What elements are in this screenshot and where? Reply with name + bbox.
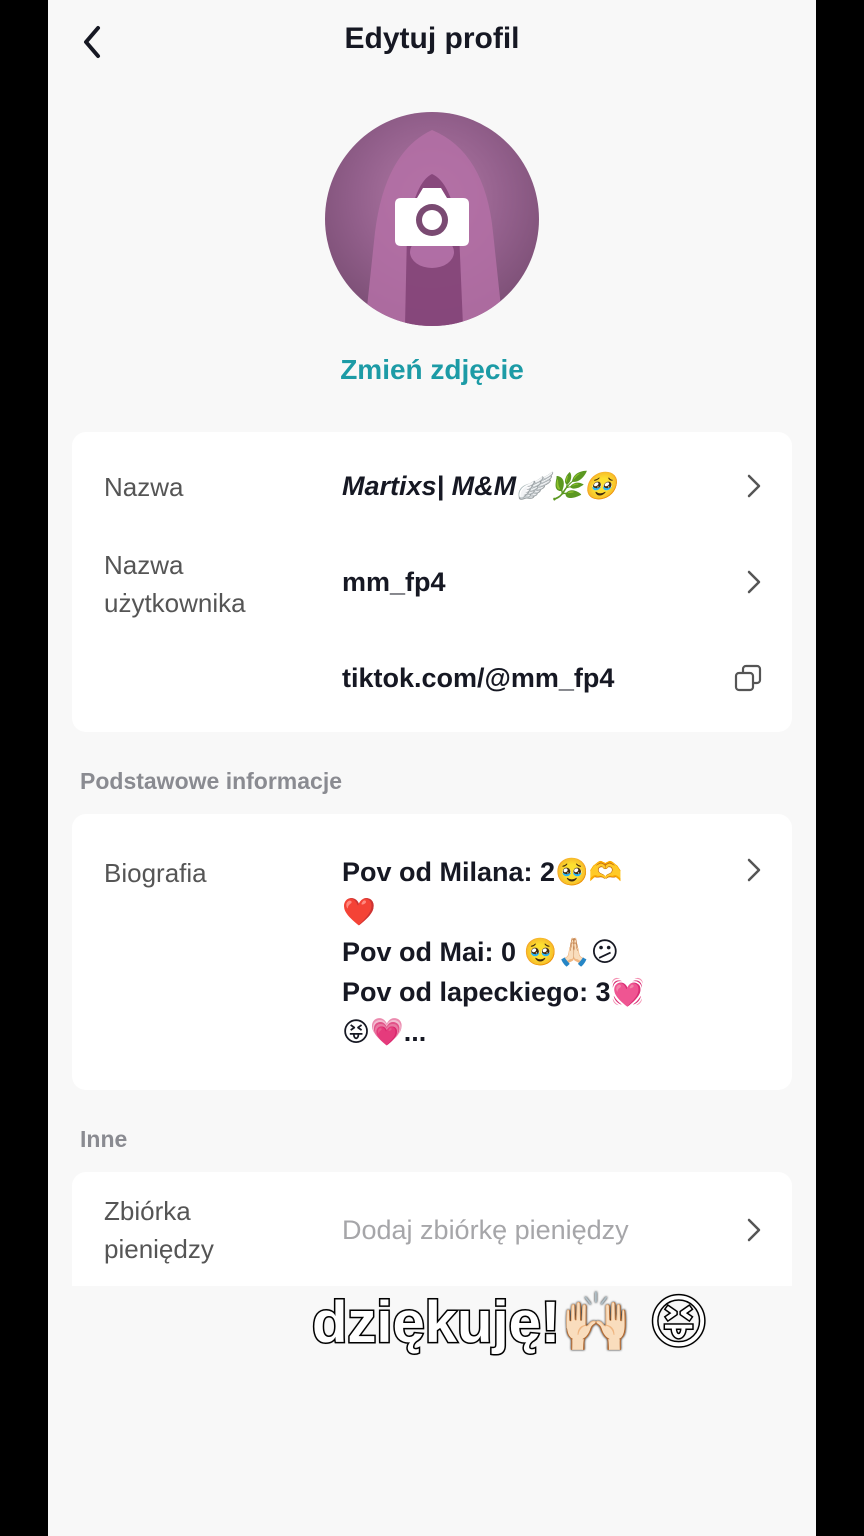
bio-line: Pov od lapeckiego: 3💓	[342, 977, 645, 1007]
bio-text: Pov od Milana: 2🥹🫶 ❤️ Pov od Mai: 0 🥹🙏🏻😕…	[342, 852, 702, 1052]
fundraiser-label: Zbiórka pieniędzy	[104, 1196, 214, 1264]
bio-label: Biografia	[104, 858, 207, 888]
profile-link: tiktok.com/@mm_fp4	[342, 663, 615, 693]
header: Edytuj profil	[48, 0, 816, 86]
page-title: Edytuj profil	[344, 22, 520, 55]
name-row[interactable]: Nazwa Martixs| M&M🪽🌿🥹	[72, 466, 792, 506]
name-label: Nazwa	[104, 472, 184, 502]
bio-line: Pov od Mai: 0 🥹🙏🏻😕	[342, 937, 619, 967]
section-basic-info: Podstawowe informacje	[80, 768, 343, 794]
bio-card[interactable]: Biografia Pov od Milana: 2🥹🫶 ❤️ Pov od M…	[72, 814, 792, 1090]
change-photo-button[interactable]: Zmień zdjęcie	[48, 354, 816, 386]
bio-line: ❤️	[342, 897, 376, 927]
chevron-right-icon	[747, 570, 761, 594]
profile-link-row[interactable]: tiktok.com/@mm_fp4	[72, 658, 792, 698]
copy-icon[interactable]	[734, 664, 762, 692]
overlay-caption: dziękuję!🙌🏻 😝	[311, 1289, 711, 1357]
chevron-right-icon	[747, 1218, 761, 1242]
username-value: mm_fp4	[342, 567, 446, 597]
name-value: Martixs| M&M🪽🌿🥹	[342, 471, 617, 501]
chevron-right-icon	[747, 474, 761, 498]
fundraiser-card[interactable]: Zbiórka pieniędzy Dodaj zbiórkę pieniędz…	[72, 1172, 792, 1286]
camera-icon	[395, 188, 469, 246]
bio-line: 😝💗...	[342, 1017, 427, 1047]
avatar[interactable]	[325, 112, 539, 326]
profile-card: Nazwa Martixs| M&M🪽🌿🥹 Nazwa użytkownika …	[72, 432, 792, 732]
chevron-right-icon	[747, 858, 761, 882]
fundraiser-placeholder: Dodaj zbiórkę pieniędzy	[342, 1215, 629, 1245]
screen: Edytuj profil Zmień zdjęcie Nazwa Martix…	[48, 0, 816, 1536]
username-label: Nazwa użytkownika	[104, 550, 246, 618]
section-other: Inne	[80, 1126, 128, 1152]
username-row[interactable]: Nazwa użytkownika mm_fp4	[72, 546, 792, 626]
bio-line: Pov od Milana: 2🥹🫶	[342, 857, 623, 887]
